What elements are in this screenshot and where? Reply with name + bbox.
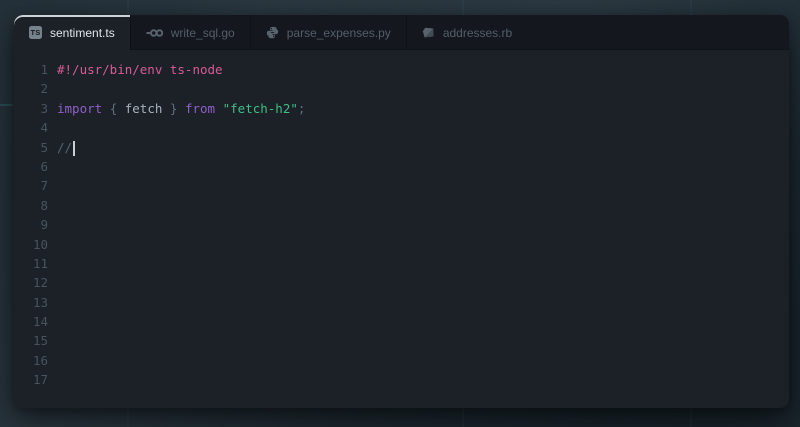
code-text: [48, 312, 57, 331]
code-text: [48, 118, 57, 137]
tab-label: sentiment.ts: [50, 26, 115, 40]
line-number: 2: [14, 79, 48, 98]
token-keyword: import: [57, 101, 102, 116]
code-line[interactable]: 14: [14, 312, 789, 331]
line-number: 10: [14, 235, 48, 254]
code-text: [48, 370, 57, 389]
code-text: import { fetch } from "fetch-h2";: [48, 99, 305, 118]
token-punct: [177, 101, 185, 116]
code-line[interactable]: 7: [14, 176, 789, 195]
tab-sentiment-ts[interactable]: TS sentiment.ts: [14, 15, 130, 50]
code-text: [48, 215, 57, 234]
go-icon: [146, 28, 163, 38]
token-punct: [102, 101, 110, 116]
code-text: [48, 176, 57, 195]
tab-bar: TS sentiment.ts write_sql.go parse_expenses…: [14, 15, 789, 50]
line-number: 11: [14, 254, 48, 273]
code-line[interactable]: 11: [14, 254, 789, 273]
code-text: [48, 331, 57, 350]
typescript-icon: TS: [29, 26, 42, 39]
token-punct: [117, 101, 125, 116]
code-line[interactable]: 17: [14, 370, 789, 389]
code-editor[interactable]: 1 #!/usr/bin/env ts-node 23import { fetch …: [14, 50, 789, 408]
code-text: [48, 351, 57, 370]
code-line[interactable]: 9: [14, 215, 789, 234]
line-number: 15: [14, 331, 48, 350]
code-line[interactable]: 3import { fetch } from "fetch-h2";: [14, 99, 789, 118]
code-line[interactable]: 16: [14, 351, 789, 370]
line-number: 4: [14, 118, 48, 137]
code-line[interactable]: 13: [14, 293, 789, 312]
tab-bar-empty-space: [527, 15, 789, 50]
token-string: "fetch-h2": [223, 101, 298, 116]
line-number: 17: [14, 370, 48, 389]
background-glow-dash: [0, 104, 13, 106]
code-line[interactable]: 8: [14, 196, 789, 215]
code-line[interactable]: 1 #!/usr/bin/env ts-node: [14, 60, 789, 79]
line-number: 3: [14, 99, 48, 118]
tab-label: addresses.rb: [443, 26, 512, 40]
tab-label: write_sql.go: [171, 26, 235, 40]
tab-parse-expenses-py[interactable]: parse_expenses.py: [250, 15, 406, 50]
python-icon: [266, 26, 279, 39]
line-number: 12: [14, 273, 48, 292]
code-text: [48, 157, 57, 176]
line-number: 13: [14, 293, 48, 312]
token-punct: [162, 101, 170, 116]
line-number: 6: [14, 157, 48, 176]
code-line[interactable]: 15: [14, 331, 789, 350]
code-text: [48, 254, 57, 273]
code-line[interactable]: 4: [14, 118, 789, 137]
line-number: 9: [14, 215, 48, 234]
code-line[interactable]: 5 //: [14, 138, 789, 157]
tab-write-sql-go[interactable]: write_sql.go: [130, 15, 250, 50]
code-text: [48, 235, 57, 254]
token-keyword: from: [185, 101, 215, 116]
code-line[interactable]: 12: [14, 273, 789, 292]
token-shebang: #!/usr/bin/env ts-node: [57, 62, 223, 77]
token-ident: fetch: [125, 101, 163, 116]
code-text: //: [48, 138, 75, 157]
text-cursor: [73, 141, 75, 156]
code-line[interactable]: 6: [14, 157, 789, 176]
line-number: 7: [14, 176, 48, 195]
line-number: 8: [14, 196, 48, 215]
line-number: 14: [14, 312, 48, 331]
editor-window: TS sentiment.ts write_sql.go parse_expenses…: [14, 15, 789, 408]
code-line[interactable]: 2: [14, 79, 789, 98]
code-text: [48, 196, 57, 215]
tab-label: parse_expenses.py: [287, 26, 391, 40]
token-punct: ;: [298, 101, 306, 116]
token-punct: [215, 101, 223, 116]
token-comment: //: [57, 140, 72, 155]
tab-addresses-rb[interactable]: addresses.rb: [406, 15, 527, 50]
ruby-icon: [422, 26, 435, 39]
code-text: [48, 79, 57, 98]
line-number: 1: [14, 60, 48, 79]
code-text: [48, 273, 57, 292]
line-number: 5: [14, 138, 48, 157]
code-line[interactable]: 10: [14, 235, 789, 254]
code-text: [48, 293, 57, 312]
typescript-icon: TS: [29, 26, 42, 39]
line-number: 16: [14, 351, 48, 370]
code-text: #!/usr/bin/env ts-node: [48, 60, 223, 79]
